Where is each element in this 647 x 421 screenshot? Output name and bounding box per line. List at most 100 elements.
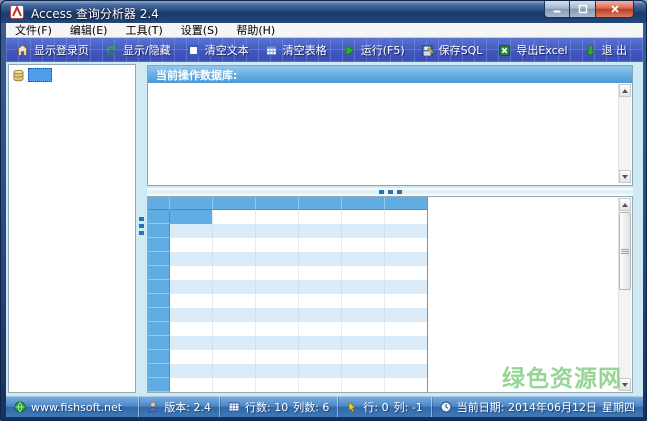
grid-cell[interactable]: [299, 308, 342, 322]
grid-row-header[interactable]: [148, 322, 170, 336]
title-bar[interactable]: Access 查询分析器 2.4: [1, 1, 646, 23]
grid-row-header[interactable]: [148, 308, 170, 322]
grid-cell[interactable]: [342, 266, 385, 280]
menu-settings[interactable]: 设置(S): [172, 23, 228, 37]
grid-row-header[interactable]: [148, 224, 170, 238]
grid-cell[interactable]: [170, 280, 213, 294]
grid-cell[interactable]: [299, 252, 342, 266]
exit-button[interactable]: 退 出: [576, 39, 636, 61]
grid-row-header[interactable]: [148, 280, 170, 294]
grid-cell[interactable]: [256, 350, 299, 364]
grid-cell[interactable]: [256, 294, 299, 308]
grid-cell[interactable]: [342, 308, 385, 322]
grid-row-header[interactable]: [148, 378, 170, 392]
grid-cell[interactable]: [385, 266, 427, 280]
grid-row-header[interactable]: [148, 336, 170, 350]
grid-cell[interactable]: [342, 378, 385, 392]
grid-header-cell[interactable]: [299, 197, 342, 210]
grid-cell[interactable]: [299, 322, 342, 336]
save-sql-button[interactable]: 保存SQL: [413, 39, 491, 61]
grid-cell[interactable]: [170, 350, 213, 364]
grid-cell[interactable]: [256, 252, 299, 266]
show-login-button[interactable]: 显示登录页: [8, 39, 97, 61]
grid-cell[interactable]: [213, 294, 256, 308]
grid-cell[interactable]: [256, 322, 299, 336]
grid-cell[interactable]: [385, 336, 427, 350]
horizontal-splitter[interactable]: [147, 188, 633, 196]
grid-cell[interactable]: [256, 378, 299, 392]
grid-row-header[interactable]: [148, 266, 170, 280]
grid-cell[interactable]: [342, 252, 385, 266]
grid-cell[interactable]: [256, 364, 299, 378]
grid-header-cell[interactable]: [342, 197, 385, 210]
grid-cell[interactable]: [385, 350, 427, 364]
scroll-up-button[interactable]: [619, 84, 631, 97]
grid-row-header[interactable]: [148, 294, 170, 308]
grid-cell[interactable]: [385, 210, 427, 224]
clear-text-button[interactable]: 清空文本: [179, 39, 257, 61]
grid-cell[interactable]: [385, 238, 427, 252]
grid-cell[interactable]: [213, 308, 256, 322]
grid-cell[interactable]: [342, 238, 385, 252]
menu-tools[interactable]: 工具(T): [116, 23, 171, 37]
show-hide-button[interactable]: 显示/隐藏: [97, 39, 179, 61]
grid-cell[interactable]: [213, 224, 256, 238]
grid-cell[interactable]: [213, 322, 256, 336]
grid-cell[interactable]: [385, 378, 427, 392]
close-button[interactable]: [596, 1, 634, 18]
grid-row-header[interactable]: [148, 252, 170, 266]
grid-cell[interactable]: [213, 266, 256, 280]
grid-cell[interactable]: [342, 210, 385, 224]
selected-tree-node[interactable]: [28, 68, 52, 82]
grid-cell[interactable]: [342, 322, 385, 336]
sql-scrollbar[interactable]: [618, 84, 631, 183]
grid-cell[interactable]: [170, 238, 213, 252]
grid-cell[interactable]: [256, 224, 299, 238]
grid-cell[interactable]: [342, 364, 385, 378]
tree-node-database[interactable]: [9, 65, 135, 82]
grid-cell[interactable]: [170, 210, 213, 224]
grid-cell[interactable]: [256, 280, 299, 294]
grid-cell[interactable]: [213, 238, 256, 252]
grid-cell[interactable]: [342, 336, 385, 350]
export-excel-button[interactable]: 导出Excel: [490, 39, 575, 61]
grid-row-header[interactable]: [148, 364, 170, 378]
grid-cell[interactable]: [170, 322, 213, 336]
grid-cell[interactable]: [170, 294, 213, 308]
grid-cell[interactable]: [299, 364, 342, 378]
grid-row-header[interactable]: [148, 210, 170, 224]
sql-text-area[interactable]: [148, 83, 632, 184]
grid-cell[interactable]: [342, 294, 385, 308]
grid-header-cell[interactable]: [385, 197, 427, 210]
grid-cell[interactable]: [256, 238, 299, 252]
scroll-thumb[interactable]: [619, 212, 631, 290]
grid-cell[interactable]: [385, 364, 427, 378]
grid-cell[interactable]: [213, 350, 256, 364]
grid-cell[interactable]: [213, 210, 256, 224]
clear-table-button[interactable]: 清空表格: [257, 39, 335, 61]
grid-cell[interactable]: [342, 224, 385, 238]
menu-file[interactable]: 文件(F): [6, 23, 61, 37]
grid-cell[interactable]: [299, 266, 342, 280]
grid-cell[interactable]: [385, 322, 427, 336]
grid-cell[interactable]: [256, 308, 299, 322]
grid-header-cell[interactable]: [213, 197, 256, 210]
grid-cell[interactable]: [299, 280, 342, 294]
grid-cell[interactable]: [299, 336, 342, 350]
grid-cell[interactable]: [299, 238, 342, 252]
grid-cell[interactable]: [385, 280, 427, 294]
grid-header-cell[interactable]: [256, 197, 299, 210]
grid-cell[interactable]: [213, 336, 256, 350]
menu-edit[interactable]: 编辑(E): [61, 23, 117, 37]
grid-cell[interactable]: [299, 224, 342, 238]
grid-cell[interactable]: [299, 378, 342, 392]
result-grid[interactable]: [148, 197, 428, 392]
grid-cell[interactable]: [213, 378, 256, 392]
grid-cell[interactable]: [256, 266, 299, 280]
grid-cell[interactable]: [385, 308, 427, 322]
grid-cell[interactable]: [170, 252, 213, 266]
grid-row-header[interactable]: [148, 238, 170, 252]
grid-cell[interactable]: [342, 350, 385, 364]
grid-cell[interactable]: [213, 364, 256, 378]
grid-header-cell[interactable]: [148, 197, 170, 210]
